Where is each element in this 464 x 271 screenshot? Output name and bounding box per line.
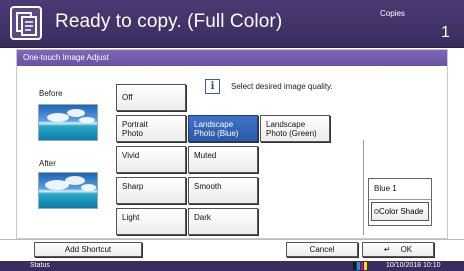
copies-label: Copies — [380, 9, 405, 18]
vivid-button[interactable]: Vivid — [116, 146, 186, 173]
shade-separator — [369, 199, 431, 200]
header-bar: Ready to copy. (Full Color) Copies 1 — [0, 0, 464, 48]
copies-count: 1 — [441, 24, 450, 41]
off-button[interactable]: Off — [116, 84, 186, 111]
toner-level-icon — [353, 262, 367, 270]
before-preview-image — [38, 104, 98, 141]
header-title: Ready to copy. (Full Color) — [55, 11, 283, 32]
vertical-divider — [363, 140, 364, 235]
info-icon: i — [205, 79, 220, 94]
status-datetime: 10/10/2018 10:10 — [386, 262, 441, 269]
info-text: Select desired image quality. — [231, 82, 333, 91]
landscape-photo-green-button[interactable]: Landscape Photo (Green) — [260, 115, 330, 142]
dark-button[interactable]: Dark — [188, 208, 258, 235]
landscape-photo-blue-button[interactable]: Landscape Photo (Blue) — [188, 115, 258, 142]
ok-button[interactable]: ↵ OK — [362, 242, 434, 257]
enter-arrow-icon: ↵ — [383, 245, 391, 254]
cancel-button[interactable]: Cancel — [286, 242, 358, 257]
add-shortcut-button[interactable]: Add Shortcut — [34, 242, 142, 257]
muted-button[interactable]: Muted — [188, 146, 258, 173]
status-label[interactable]: Status — [30, 262, 50, 269]
before-label: Before — [39, 89, 63, 98]
after-preview-image — [38, 172, 98, 209]
ok-label: OK — [400, 245, 413, 254]
light-button[interactable]: Light — [116, 208, 186, 235]
portrait-photo-button[interactable]: Portrait Photo — [116, 115, 186, 142]
after-label: After — [39, 159, 56, 168]
panel-title: One-touch Image Adjust — [17, 50, 447, 66]
color-shade-box: Blue 1 Color Shade — [368, 178, 432, 226]
copy-document-icon — [10, 6, 42, 40]
sharp-button[interactable]: Sharp — [116, 177, 186, 204]
smooth-button[interactable]: Smooth — [188, 177, 258, 204]
color-shade-label: Color Shade — [379, 207, 424, 216]
color-shade-button[interactable]: Color Shade — [371, 202, 429, 221]
color-shade-value: Blue 1 — [374, 184, 397, 193]
